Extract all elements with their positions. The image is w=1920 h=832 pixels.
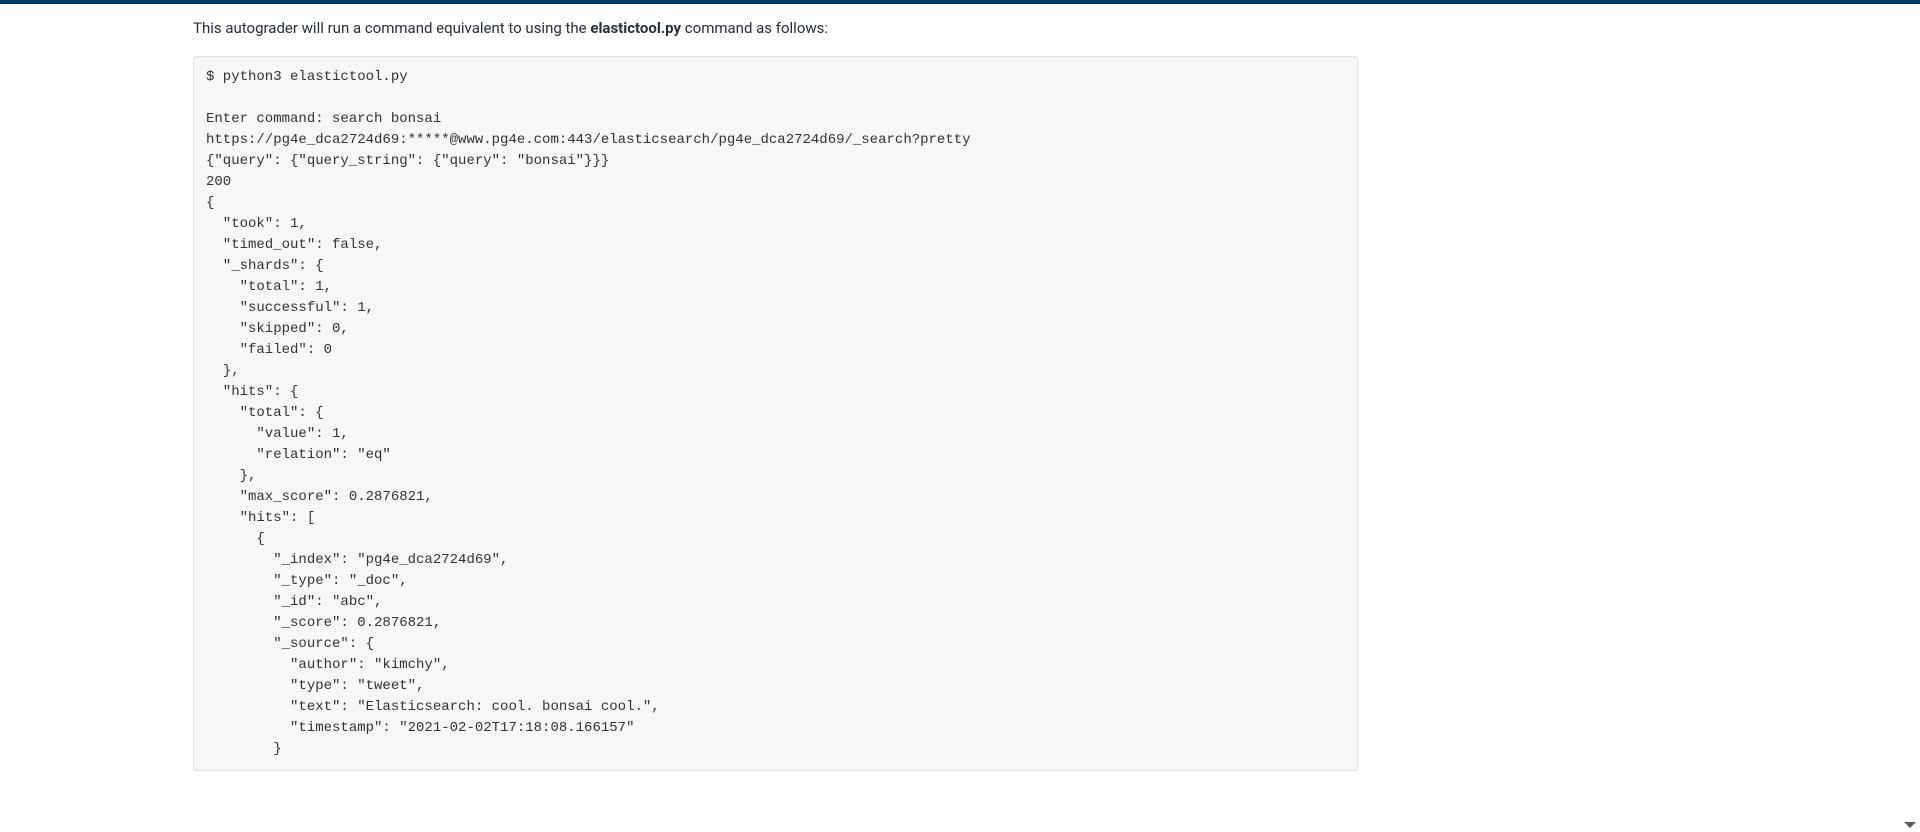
intro-text-suffix: command as follows: bbox=[681, 19, 828, 37]
intro-bold-filename: elastictool.py bbox=[590, 19, 681, 37]
page-container: This autograder will run a command equiv… bbox=[0, 4, 1920, 771]
content-area: This autograder will run a command equiv… bbox=[193, 16, 1358, 771]
scroll-down-arrow-icon[interactable] bbox=[1904, 822, 1916, 828]
code-output-block: $ python3 elastictool.py Enter command: … bbox=[193, 56, 1358, 771]
intro-paragraph: This autograder will run a command equiv… bbox=[193, 16, 1358, 40]
intro-text-prefix: This autograder will run a command equiv… bbox=[193, 19, 590, 37]
